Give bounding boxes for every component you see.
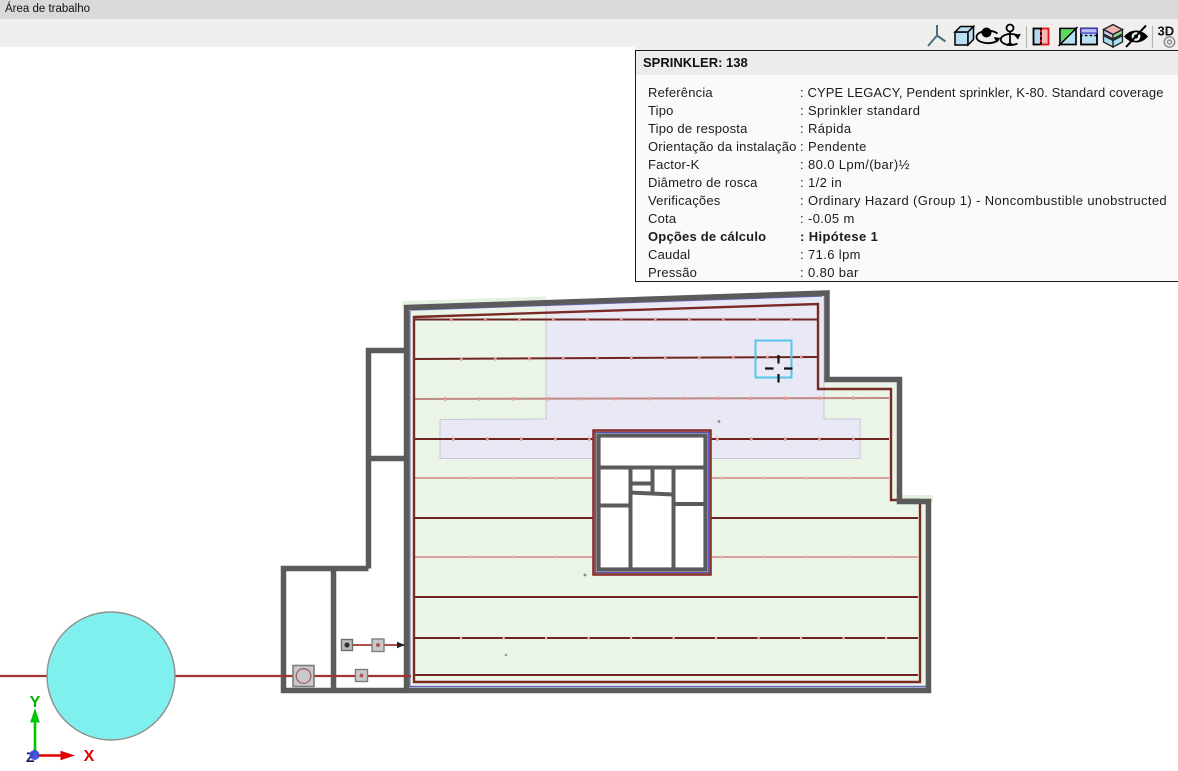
- svg-text:Y: Y: [30, 694, 41, 711]
- svg-text:X: X: [84, 748, 95, 765]
- svg-text:3D: 3D: [1158, 24, 1175, 39]
